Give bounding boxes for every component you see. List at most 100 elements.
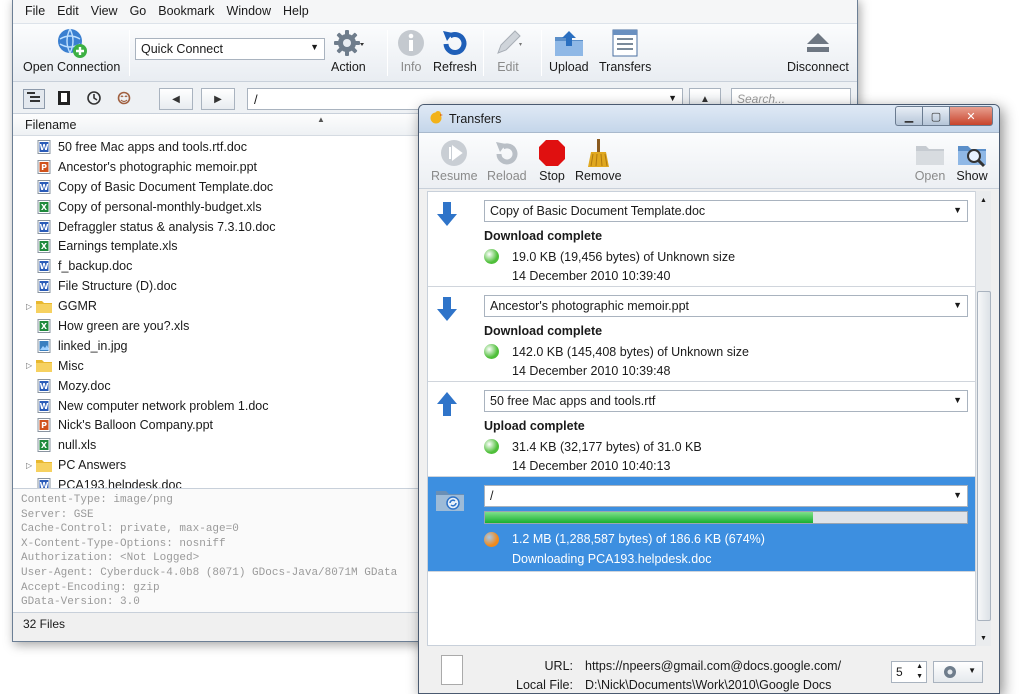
transfers-button[interactable]: Transfers xyxy=(599,26,651,74)
reload-button[interactable]: Reload xyxy=(487,137,527,183)
word-file-icon: W xyxy=(36,279,52,294)
folder-magnifier-icon xyxy=(955,137,989,169)
transfer-file-combo[interactable]: 50 free Mac apps and tools.rtf ▼ xyxy=(484,390,968,412)
menu-bookmark[interactable]: Bookmark xyxy=(158,4,214,18)
chevron-down-icon: ▼ xyxy=(310,42,319,52)
remove-button[interactable]: Remove xyxy=(575,137,622,183)
info-button[interactable]: Info xyxy=(394,26,428,74)
menu-file[interactable]: File xyxy=(25,4,45,18)
expand-triangle-icon[interactable]: ▷ xyxy=(26,302,36,311)
expand-triangle-icon[interactable]: ▷ xyxy=(26,461,36,470)
sort-ascending-icon: ▲ xyxy=(317,115,325,124)
chevron-down-icon: ▼ xyxy=(953,395,962,405)
bookmarks-view-button[interactable] xyxy=(53,89,75,109)
word-file-icon: W xyxy=(36,179,52,194)
file-name: Copy of Basic Document Template.doc xyxy=(58,179,274,194)
minimize-button[interactable]: ▁ xyxy=(895,106,922,126)
main-toolbar: Open Connection Quick Connect ▼ Action I… xyxy=(13,24,857,82)
svg-text:W: W xyxy=(40,481,49,488)
image-file-icon xyxy=(36,338,52,353)
bonjour-view-button[interactable] xyxy=(113,89,135,109)
stop-octagon-icon xyxy=(535,137,569,169)
open-connection-button[interactable]: Open Connection xyxy=(23,26,120,74)
bonjour-icon xyxy=(117,91,131,108)
gear-icon xyxy=(942,664,958,683)
transfer-detail: 14 December 2010 10:39:40 xyxy=(512,269,671,283)
action-label: Action xyxy=(331,60,366,74)
transfer-size: 1.2 MB (1,288,587 bytes) of 186.6 KB (67… xyxy=(512,532,765,546)
transfer-list-scrollbar[interactable]: ▲ ▼ xyxy=(975,191,991,646)
history-view-button[interactable] xyxy=(83,89,105,109)
chevron-down-icon: ▼ xyxy=(953,300,962,310)
file-name: How green are you?.xls xyxy=(58,318,190,333)
maximize-button[interactable]: ▢ xyxy=(922,106,949,126)
file-name: Nick's Balloon Company.ppt xyxy=(58,418,214,433)
info-icon xyxy=(394,26,428,60)
disconnect-button[interactable]: Disconnect xyxy=(787,26,849,74)
refresh-label: Refresh xyxy=(433,60,477,74)
expand-triangle-icon[interactable]: ▷ xyxy=(26,361,36,370)
transfer-size: 142.0 KB (145,408 bytes) of Unknown size xyxy=(512,345,749,359)
scroll-down-icon: ▼ xyxy=(980,635,987,642)
transfer-file-combo[interactable]: / ▼ xyxy=(484,485,968,507)
transfer-item[interactable]: 50 free Mac apps and tools.rtf ▼ Upload co… xyxy=(428,382,986,477)
chevron-down-icon: ▼ xyxy=(668,93,677,103)
local-file-label: Local File: xyxy=(516,678,573,692)
menu-edit[interactable]: Edit xyxy=(57,4,79,18)
upload-folder-icon xyxy=(552,26,586,60)
back-button[interactable]: ◀ xyxy=(159,88,193,110)
show-button[interactable]: Show xyxy=(955,137,989,183)
edit-label: Edit xyxy=(497,60,519,74)
stop-button[interactable]: Stop xyxy=(535,137,569,183)
menu-view[interactable]: View xyxy=(91,4,118,18)
close-button[interactable]: ✕ xyxy=(949,106,993,126)
menu-help[interactable]: Help xyxy=(283,4,309,18)
refresh-button[interactable]: Refresh xyxy=(433,26,477,74)
close-icon: ✕ xyxy=(966,110,976,123)
chevron-down-icon: ▼ xyxy=(953,205,962,215)
transfers-label: Transfers xyxy=(599,60,652,74)
progress-fill xyxy=(485,512,813,523)
reload-label: Reload xyxy=(487,169,527,183)
svg-text:P: P xyxy=(41,163,47,172)
transfer-progress-bar xyxy=(484,511,968,524)
local-file-value[interactable]: D:\Nick\Documents\Work\2010\Google Docs xyxy=(585,678,831,692)
file-name: Mozy.doc xyxy=(58,378,111,393)
action-button[interactable]: Action xyxy=(331,26,366,74)
transfer-item[interactable]: / ▼ 1.2 MB (1,288,587 bytes) of 186.6 KB (… xyxy=(428,477,986,572)
transfer-file-combo[interactable]: Copy of Basic Document Template.doc ▼ xyxy=(484,200,968,222)
transfer-size: 19.0 KB (19,456 bytes) of Unknown size xyxy=(512,250,736,264)
svg-text:W: W xyxy=(40,282,49,291)
upload-button[interactable]: Upload xyxy=(549,26,589,74)
scrollbar-thumb[interactable] xyxy=(977,291,991,621)
menu-go[interactable]: Go xyxy=(130,4,147,18)
folder-file-icon xyxy=(36,458,52,472)
path-value: / xyxy=(254,92,258,107)
file-name: PC Answers xyxy=(58,458,127,473)
transfer-file-combo[interactable]: Ancestor's photographic memoir.ppt ▼ xyxy=(484,295,968,317)
scroll-up-icon: ▲ xyxy=(980,197,987,204)
browser-view-button[interactable] xyxy=(23,89,45,109)
remove-label: Remove xyxy=(575,169,622,183)
word-file-icon: W xyxy=(36,478,52,488)
ppt-file-icon: P xyxy=(36,159,52,174)
show-label: Show xyxy=(956,169,988,183)
file-name: Defraggler status & analysis 7.3.10.doc xyxy=(58,219,276,234)
url-value[interactable]: https://npeers@gmail.com@docs.google.com… xyxy=(585,659,841,673)
transfers-title-bar[interactable]: Transfers ▁ ▢ ✕ xyxy=(419,105,999,133)
transfer-detail: Downloading PCA193.helpdesk.doc xyxy=(512,552,712,566)
file-name: linked_in.jpg xyxy=(58,338,128,353)
transfer-item[interactable]: Ancestor's photographic memoir.ppt ▼ Downl… xyxy=(428,287,986,382)
open-button[interactable]: Open xyxy=(913,137,947,183)
menu-window[interactable]: Window xyxy=(227,4,271,18)
forward-button[interactable]: ▶ xyxy=(201,88,235,110)
svg-text:W: W xyxy=(40,262,49,271)
quick-connect-combo[interactable]: Quick Connect ▼ xyxy=(135,38,325,60)
bookmark-icon xyxy=(58,90,70,108)
globe-add-icon xyxy=(55,26,89,60)
edit-button[interactable]: Edit xyxy=(491,26,525,74)
file-name: New computer network problem 1.doc xyxy=(58,398,269,413)
resume-button[interactable]: Resume xyxy=(431,137,478,183)
transfer-item[interactable]: Copy of Basic Document Template.doc ▼ Down… xyxy=(428,192,986,287)
file-name: 50 free Mac apps and tools.rtf.doc xyxy=(58,139,247,154)
